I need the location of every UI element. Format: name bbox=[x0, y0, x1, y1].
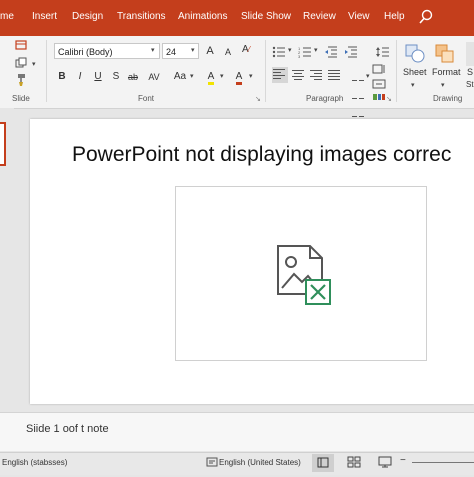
format-label[interactable]: Format bbox=[432, 67, 461, 77]
tab-slide-show[interactable]: Slide Show bbox=[241, 11, 291, 22]
tab-help[interactable]: Help bbox=[384, 11, 405, 22]
clear-formatting-icon[interactable]: A⁄ bbox=[238, 43, 254, 57]
search-icon[interactable] bbox=[418, 9, 434, 25]
slide-sorter-icon[interactable] bbox=[347, 456, 361, 468]
italic-button[interactable]: I bbox=[74, 69, 86, 85]
align-center-button[interactable] bbox=[292, 70, 304, 82]
shapes-icon[interactable] bbox=[404, 42, 426, 66]
highlight-label: A bbox=[207, 71, 215, 85]
columns-button[interactable] bbox=[352, 70, 364, 117]
tab-review[interactable]: Review bbox=[303, 11, 336, 22]
quick-styles-label[interactable]: S bbox=[467, 67, 473, 77]
group-label-paragraph: Paragraph bbox=[306, 94, 344, 103]
status-left-text: English (stabsses) bbox=[2, 458, 68, 467]
sheet-label[interactable]: Sheet bbox=[403, 67, 427, 77]
tab-animations[interactable]: Animations bbox=[178, 11, 227, 22]
strikethrough-button[interactable]: ab bbox=[126, 69, 140, 85]
text-direction-icon[interactable] bbox=[372, 61, 386, 74]
tab-home[interactable]: me bbox=[0, 11, 14, 22]
font-name-input[interactable]: Calibri (Body) bbox=[54, 43, 160, 59]
zoom-out-icon[interactable]: − bbox=[400, 455, 406, 466]
font-dialog-launcher-icon[interactable]: ↘ bbox=[255, 95, 261, 103]
character-spacing-button[interactable]: AV bbox=[146, 69, 162, 85]
group-label-slide: Slide bbox=[12, 94, 30, 103]
tab-transitions[interactable]: Transitions bbox=[117, 11, 166, 22]
quick-styles-sub-label: St bbox=[466, 80, 474, 89]
notes-text[interactable]: Siide 1 oof t note bbox=[26, 423, 109, 435]
smartart-icon[interactable] bbox=[372, 89, 386, 100]
arrange-icon[interactable] bbox=[434, 42, 456, 66]
numbering-icon[interactable]: 123 bbox=[298, 45, 312, 59]
reading-view-icon[interactable] bbox=[378, 456, 392, 468]
line-spacing-icon[interactable] bbox=[376, 45, 390, 57]
change-case-dropdown-icon[interactable]: ▾ bbox=[190, 69, 194, 85]
accessibility-icon[interactable] bbox=[206, 456, 218, 468]
align-text-icon[interactable] bbox=[372, 76, 386, 89]
svg-text:3: 3 bbox=[298, 54, 301, 58]
font-color-dropdown-icon[interactable]: ▾ bbox=[249, 69, 253, 85]
ribbon: ▾ Slide Calibri (Body) ▾ 24 ▾ A A A⁄ B I… bbox=[0, 36, 474, 117]
align-left-button[interactable] bbox=[272, 67, 288, 83]
arrange-dropdown-icon[interactable]: ▾ bbox=[441, 78, 445, 94]
shadow-button[interactable]: S bbox=[110, 69, 122, 85]
group-label-font: Font bbox=[138, 94, 155, 103]
format-painter-icon[interactable] bbox=[14, 73, 28, 92]
font-size-dropdown-icon[interactable]: ▾ bbox=[191, 43, 195, 59]
grow-font-icon[interactable]: A bbox=[204, 44, 216, 58]
layout-icon[interactable] bbox=[14, 39, 28, 56]
bold-button[interactable]: B bbox=[56, 69, 68, 85]
increase-indent-icon[interactable] bbox=[344, 45, 358, 58]
change-case-button[interactable]: Aa bbox=[172, 69, 188, 85]
group-separator bbox=[396, 40, 397, 102]
justify-button[interactable] bbox=[328, 70, 340, 82]
slide-thumbnail[interactable] bbox=[0, 122, 6, 166]
group-separator bbox=[265, 40, 266, 102]
font-name-dropdown-icon[interactable]: ▾ bbox=[151, 43, 155, 59]
normal-view-button[interactable] bbox=[312, 454, 334, 472]
font-color-label: A bbox=[235, 71, 243, 85]
numbering-dropdown-icon[interactable]: ▾ bbox=[314, 43, 318, 59]
quick-styles-icon[interactable] bbox=[466, 42, 474, 66]
broken-image-icon bbox=[277, 245, 331, 305]
align-right-button[interactable] bbox=[310, 70, 322, 82]
decrease-indent-icon[interactable] bbox=[324, 45, 338, 58]
tab-design[interactable]: Design bbox=[72, 11, 103, 22]
highlight-dropdown-icon[interactable]: ▾ bbox=[220, 69, 224, 85]
underline-button[interactable]: U bbox=[92, 69, 104, 85]
tab-view[interactable]: View bbox=[348, 11, 370, 22]
paragraph-dialog-launcher-icon[interactable]: ↘ bbox=[386, 95, 392, 103]
tab-insert[interactable]: Insert bbox=[32, 11, 57, 22]
bullets-icon[interactable] bbox=[272, 45, 286, 58]
status-language[interactable]: English (United States) bbox=[219, 458, 301, 467]
shapes-dropdown-icon[interactable]: ▾ bbox=[411, 78, 415, 94]
shrink-font-icon[interactable]: A bbox=[222, 45, 234, 59]
highlight-color-button[interactable]: A bbox=[204, 69, 218, 85]
clear-formatting-label: A bbox=[241, 44, 249, 55]
group-label-drawing: Drawing bbox=[433, 94, 463, 103]
zoom-slider[interactable] bbox=[412, 462, 474, 463]
font-color-button[interactable]: A bbox=[232, 69, 246, 85]
group-separator bbox=[46, 40, 47, 102]
ribbon-tab-bar: me Insert Design Transitions Animations … bbox=[0, 0, 474, 36]
bullets-dropdown-icon[interactable]: ▾ bbox=[288, 43, 292, 59]
slide-title[interactable]: PowerPoint not displaying images correc bbox=[72, 143, 451, 167]
reset-icon[interactable] bbox=[14, 57, 28, 74]
reset-dropdown-icon[interactable]: ▾ bbox=[32, 57, 36, 73]
columns-dropdown-icon[interactable]: ▾ bbox=[366, 69, 370, 85]
